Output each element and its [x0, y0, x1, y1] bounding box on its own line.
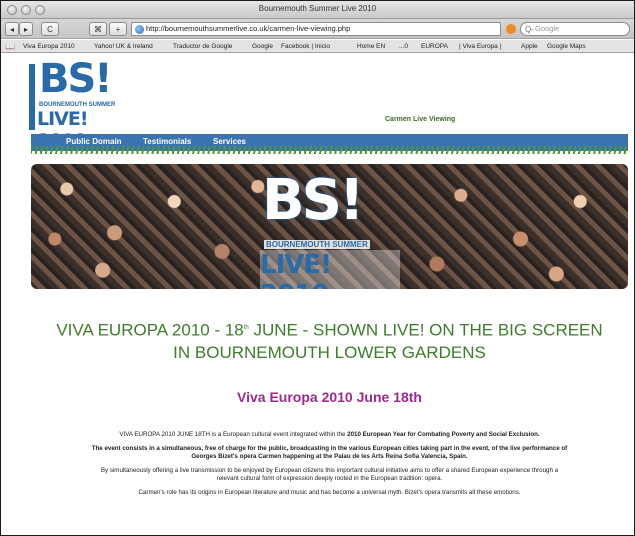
nav-public-domain[interactable]: Public Domain — [66, 137, 122, 146]
page-headline: VIVA EUROPA 2010 - 18th JUNE - SHOWN LIV… — [51, 317, 608, 364]
banner-live-text: LIVE! 2010 — [260, 250, 400, 289]
forward-button[interactable]: ▸ — [19, 22, 33, 36]
paragraph-1: VIVA EUROPA 2010 JUNE 18TH is a European… — [91, 431, 568, 439]
bookmark-item[interactable]: Traductor de Google — [173, 43, 232, 50]
address-url: http://bournemouthsummerlive.co.uk/carme… — [146, 24, 351, 33]
bookmark-item[interactable]: EUROPA — [421, 43, 448, 50]
bookmark-item[interactable]: Facebook | Inicio — [281, 43, 330, 50]
page-content: BS! BOURNEMOUTH SUMMER LIVE! 2010 Carmen… — [29, 54, 628, 535]
page-tagline: Carmen Live Viewing — [385, 116, 456, 123]
title-bar: Bournemouth Summer Live 2010 — [1, 1, 634, 19]
rss-icon[interactable] — [506, 24, 516, 34]
headline-part1: VIVA EUROPA 2010 - 18 — [56, 320, 244, 340]
bookmark-item[interactable]: Apple — [521, 43, 538, 50]
bookmark-item[interactable]: | Viva Europa | — [459, 43, 501, 50]
globe-icon — [135, 25, 144, 34]
bookmark-item[interactable]: Google Maps — [547, 43, 586, 50]
logo-side-strip — [29, 64, 35, 130]
paragraph-1-bold: 2010 European Year for Combating Poverty… — [347, 431, 540, 438]
add-bookmark-button[interactable]: + — [109, 22, 127, 36]
grass-decoration — [31, 146, 628, 154]
reload-button[interactable]: C — [41, 22, 59, 36]
paragraph-2: The event consists in a simultaneous, fr… — [91, 445, 568, 461]
paragraph-4: Carmen's role has its origins in Europea… — [138, 489, 521, 496]
reload-icon: C — [47, 24, 53, 34]
banner-logo: BS! BOURNEMOUTH SUMMER LIVE! 2010 — [258, 168, 400, 289]
bookmark-item[interactable]: Google — [252, 43, 273, 50]
web-page: BS! BOURNEMOUTH SUMMER LIVE! 2010 Carmen… — [1, 54, 634, 535]
bookmark-item[interactable]: Yahoo! UK & Ireland — [94, 43, 153, 50]
bookmarks-bar: 📖 Viva Europa 2010 Yahoo! UK & Ireland T… — [1, 40, 634, 53]
paragraph-2-text: The event consists in a simultaneous, fr… — [91, 445, 568, 460]
site-logo[interactable]: BS! BOURNEMOUTH SUMMER LIVE! 2010 — [29, 56, 131, 152]
nav-testimonials[interactable]: Testimonials — [143, 137, 191, 146]
forward-arrow-icon: ▸ — [23, 24, 28, 34]
bookmark-item[interactable]: Viva Europa 2010 — [23, 43, 75, 50]
back-button[interactable]: ◂ — [5, 22, 19, 36]
browser-toolbar: ◂ ▸ C ⌘ + http://bournemouthsummerlive.c… — [1, 19, 634, 39]
search-input[interactable]: Q- Google — [520, 22, 630, 36]
bookmark-item[interactable]: ...0 — [399, 43, 408, 50]
window-title: Bournemouth Summer Live 2010 — [258, 4, 377, 13]
paragraph-3: By simultaneously offering a live transm… — [100, 467, 559, 482]
back-arrow-icon: ◂ — [9, 24, 14, 34]
paragraph-1-text: VIVA EUROPA 2010 JUNE 18TH is a European… — [119, 431, 348, 438]
nav-services[interactable]: Services — [213, 137, 246, 146]
crowd-banner-image: BS! BOURNEMOUTH SUMMER LIVE! 2010 — [31, 164, 628, 289]
address-bar[interactable]: http://bournemouthsummerlive.co.uk/carme… — [131, 22, 501, 36]
article-body: VIVA EUROPA 2010 JUNE 18TH is a European… — [91, 431, 568, 503]
banner-bs-text: BS! — [262, 168, 365, 233]
bookmarks-book-icon[interactable]: 📖 — [5, 42, 15, 51]
logo-bs-text: BS! — [39, 56, 113, 102]
plus-icon: + — [115, 24, 121, 34]
banner-subtitle: BOURNEMOUTH SUMMER — [264, 240, 370, 249]
reader-icon: ⌘ — [94, 24, 102, 34]
bookmark-item[interactable]: Home EN — [357, 43, 385, 50]
page-subheading: Viva Europa 2010 June 18th — [237, 389, 422, 405]
reader-button[interactable]: ⌘ — [89, 22, 107, 36]
search-icon: Q- — [525, 25, 534, 34]
search-placeholder: Google — [535, 24, 560, 33]
